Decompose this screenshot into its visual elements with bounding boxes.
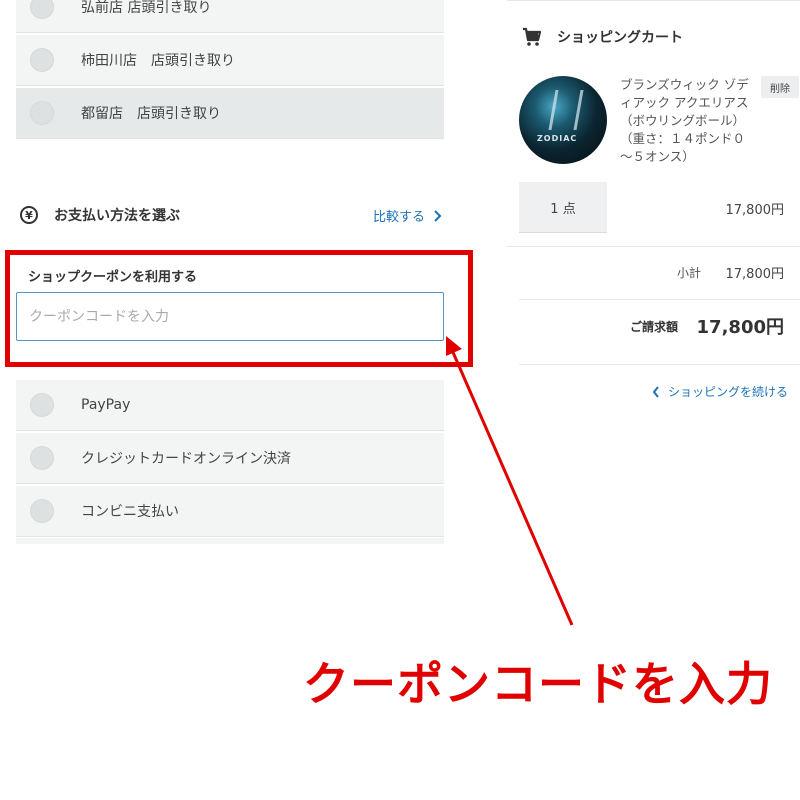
- annotation-text: クーポンコードを入力: [303, 657, 773, 711]
